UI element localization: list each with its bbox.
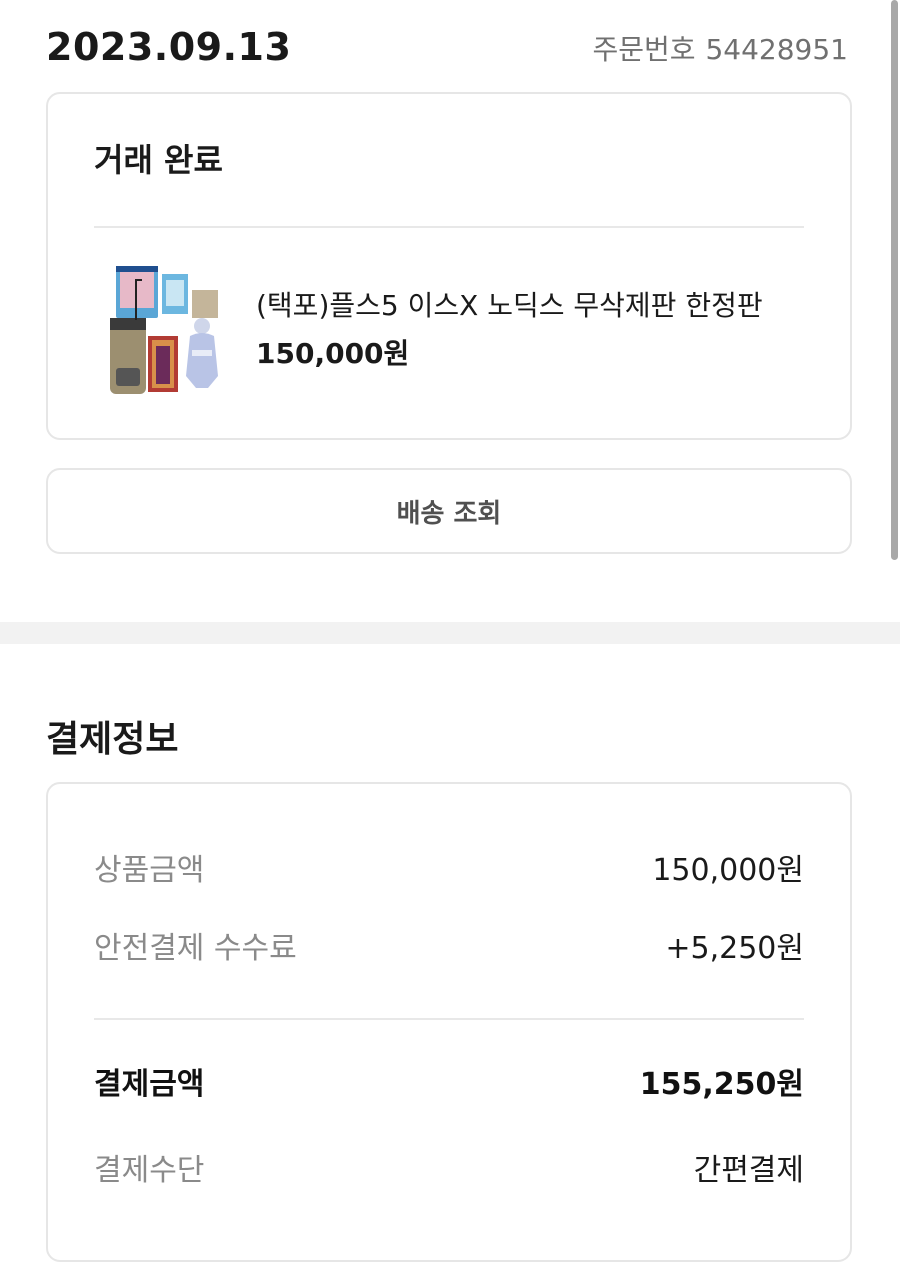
product-name[interactable]: (택포)플스5 이스X 노딕스 무삭제판 한정판 <box>256 286 763 326</box>
payment-row-total: 결제금액 155,250원 <box>94 1064 804 1106</box>
payment-method-value: 간편결제 <box>693 1153 804 1188</box>
section-separator <box>0 622 900 644</box>
payment-section-title: 결제정보 <box>46 719 179 760</box>
product-bundle-image <box>110 266 218 394</box>
safe-payment-fee-value: +5,250원 <box>665 931 804 966</box>
product-thumbnail[interactable] <box>96 260 226 400</box>
order-card[interactable]: 거래 완료 (택포)플스5 이스X 노딕스 무삭제판 한정판 150,000원 <box>46 92 852 440</box>
order-card-divider <box>94 226 804 228</box>
payment-row-method: 결제수단 간편결제 <box>94 1150 804 1192</box>
order-number-label: 주문번호 <box>592 33 696 66</box>
payment-row-safe-fee: 안전결제 수수료 +5,250원 <box>94 928 804 970</box>
order-status: 거래 완료 <box>94 141 223 179</box>
track-delivery-button[interactable]: 배송 조회 <box>46 468 852 554</box>
product-amount-value: 150,000원 <box>652 853 804 888</box>
order-number-value: 54428951 <box>705 33 848 66</box>
payment-divider <box>94 1018 804 1020</box>
scrollbar[interactable] <box>891 0 898 560</box>
order-date: 2023.09.13 <box>46 25 292 69</box>
payment-info-card: 상품금액 150,000원 안전결제 수수료 +5,250원 결제금액 155,… <box>46 782 852 1262</box>
order-number: 주문번호 54428951 <box>592 30 848 70</box>
product-amount-label: 상품금액 <box>94 853 205 888</box>
product-price: 150,000원 <box>256 337 410 370</box>
total-amount-value: 155,250원 <box>639 1067 804 1102</box>
payment-method-label: 결제수단 <box>94 1153 205 1188</box>
safe-payment-fee-label: 안전결제 수수료 <box>94 931 297 966</box>
payment-row-product-amount: 상품금액 150,000원 <box>94 850 804 892</box>
total-amount-label: 결제금액 <box>94 1067 205 1102</box>
